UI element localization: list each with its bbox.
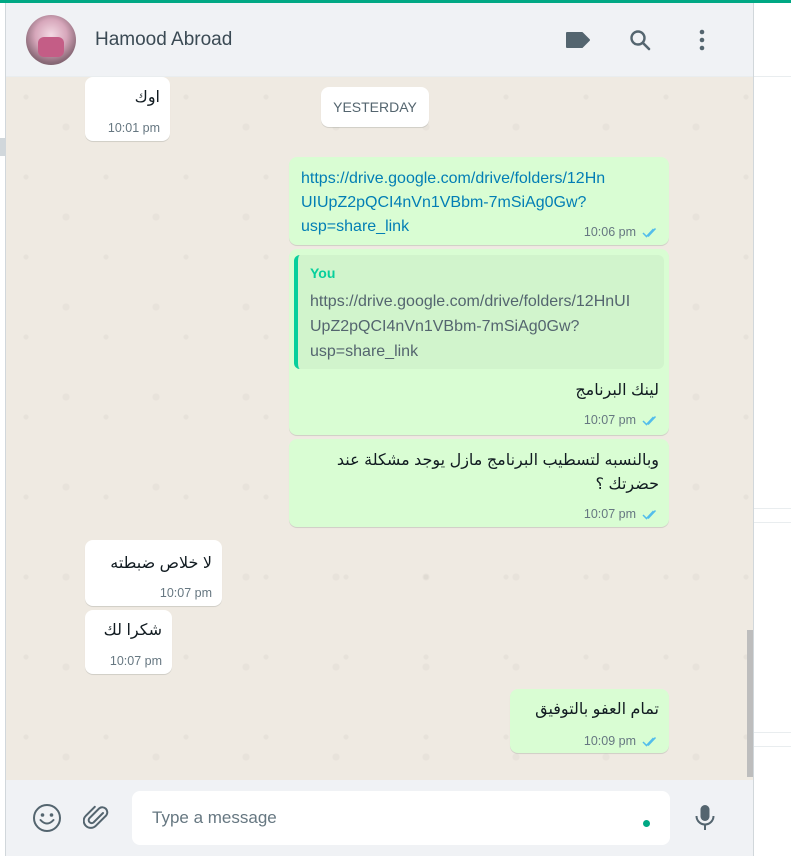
incoming-message[interactable]: اوك 10:01 pm <box>85 77 170 141</box>
outgoing-message[interactable]: تمام العفو بالتوفيق 10:09 pm <box>510 689 669 753</box>
message-time: 10:07 pm <box>583 507 636 521</box>
composer <box>6 780 753 856</box>
emoji-icon[interactable] <box>22 793 72 843</box>
message-text: لينك البرنامج <box>575 382 659 399</box>
divider <box>754 522 791 523</box>
outgoing-message[interactable]: You https://drive.google.com/drive/folde… <box>289 249 669 435</box>
message-line: وبالنسبه لتسطيب البرنامج مازل يوجد مشكلة… <box>336 452 659 469</box>
quoted-message[interactable]: You https://drive.google.com/drive/folde… <box>294 255 664 369</box>
contact-avatar[interactable] <box>26 14 76 65</box>
divider <box>754 76 791 77</box>
message-time: 10:06 pm <box>583 225 636 239</box>
header-actions <box>547 20 733 60</box>
outgoing-message[interactable]: https://drive.google.com/drive/folders/1… <box>289 157 669 245</box>
message-time: 10:07 pm <box>583 413 636 427</box>
message-text: شكرا لك <box>103 622 162 639</box>
read-ticks-icon <box>642 227 657 238</box>
menu-icon[interactable] <box>671 20 733 60</box>
chat-window: Hamood Abroad اوك 10:01 pm YESTERDAY htt… <box>5 3 754 856</box>
message-line: حضرتك ؟ <box>595 476 659 493</box>
attach-icon[interactable] <box>72 793 122 843</box>
divider <box>754 746 791 747</box>
message-link[interactable]: usp=share_link <box>301 215 409 239</box>
scrollbar-thumb[interactable] <box>747 630 753 777</box>
message-time: 10:01 pm <box>107 121 160 135</box>
quote-text: https://drive.google.com/drive/folders/1… <box>310 289 665 364</box>
message-list[interactable]: اوك 10:01 pm YESTERDAY https://drive.goo… <box>6 77 753 780</box>
incoming-message[interactable]: لا خلاص ضبطته 10:07 pm <box>85 540 222 606</box>
message-time: 10:07 pm <box>159 586 212 600</box>
outgoing-message[interactable]: وبالنسبه لتسطيب البرنامج مازل يوجد مشكلة… <box>289 439 669 527</box>
read-ticks-icon <box>642 415 657 426</box>
message-text: اوك <box>134 89 160 106</box>
quote-line: UpZ2pQCI4nVn1VBbm-7mSiAg0Gw? <box>310 318 580 335</box>
message-text: وبالنسبه لتسطيب البرنامج مازل يوجد مشكلة… <box>337 449 659 497</box>
chat-header: Hamood Abroad <box>6 3 753 77</box>
mic-icon[interactable] <box>680 793 730 843</box>
label-icon[interactable] <box>547 20 609 60</box>
message-text: تمام العفو بالتوفيق <box>535 701 659 718</box>
read-ticks-icon <box>642 736 657 747</box>
right-panel-edge <box>754 3 791 856</box>
message-link[interactable]: https://drive.google.com/drive/folders/1… <box>301 167 605 191</box>
message-link[interactable]: UIUpZ2pQCI4nVn1VBbm-7mSiAg0Gw? <box>301 191 586 215</box>
message-input-box[interactable] <box>132 791 670 845</box>
message-input[interactable] <box>152 808 622 828</box>
incoming-message[interactable]: شكرا لك 10:07 pm <box>85 610 172 674</box>
message-time: 10:07 pm <box>109 654 162 668</box>
quote-line: https://drive.google.com/drive/folders/1… <box>310 293 631 310</box>
message-time: 10:09 pm <box>583 734 636 748</box>
read-ticks-icon <box>642 509 657 520</box>
contact-name[interactable]: Hamood Abroad <box>95 29 547 51</box>
status-dot <box>643 820 650 827</box>
date-separator: YESTERDAY <box>321 87 429 127</box>
quote-author: You <box>310 265 336 281</box>
quote-line: usp=share_link <box>310 343 419 360</box>
message-text: لا خلاص ضبطته <box>110 555 212 572</box>
divider <box>754 732 791 733</box>
search-icon[interactable] <box>609 20 671 60</box>
divider <box>754 508 791 509</box>
